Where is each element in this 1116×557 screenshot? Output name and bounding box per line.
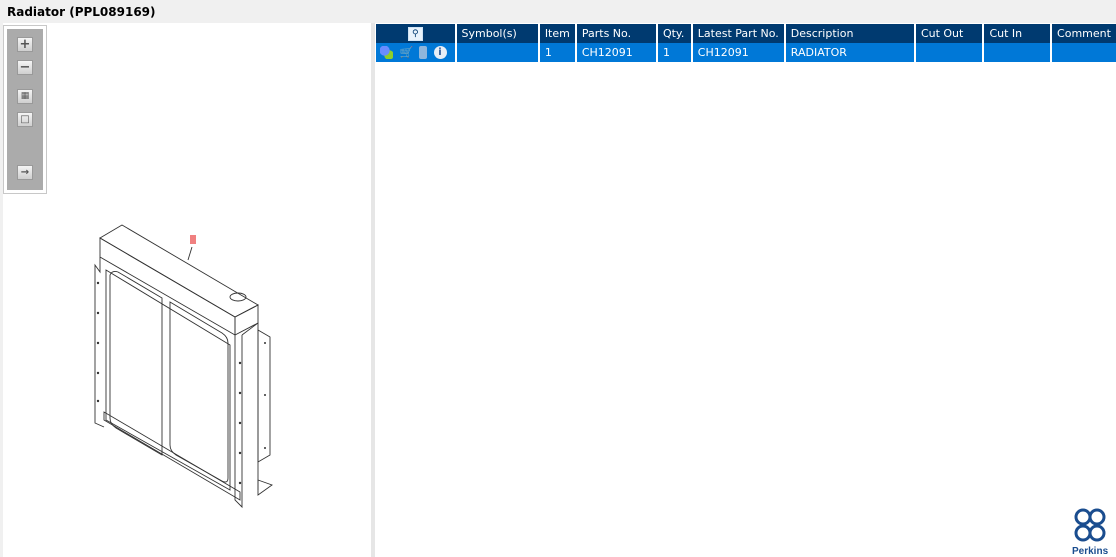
column-header-description[interactable]: Description: [784, 24, 916, 43]
column-header-symbols[interactable]: Symbol(s): [455, 24, 540, 43]
cell-cut-in: [983, 43, 1053, 62]
column-header-qty[interactable]: Qty.: [656, 24, 693, 43]
magnifier-icon[interactable]: ⚲: [407, 27, 423, 41]
parts-list-panel: [375, 23, 1116, 557]
parts-table: ⚲ Symbol(s) Item Parts No. Qty. Latest P…: [376, 24, 1116, 62]
cell-cut-out: [914, 43, 985, 62]
book-icon[interactable]: [419, 46, 427, 60]
column-header-parts-no[interactable]: Parts No.: [575, 24, 658, 43]
brand-name: Perkins: [1072, 546, 1109, 557]
cart-icon[interactable]: 🛒: [400, 46, 414, 59]
row-actions: 🛒 i: [376, 43, 457, 62]
column-header-item[interactable]: Item: [538, 24, 577, 43]
cell-comment: [1051, 43, 1116, 62]
info-icon[interactable]: i: [433, 46, 447, 60]
column-header-cut-out[interactable]: Cut Out: [914, 24, 985, 43]
perkins-emblem-icon: [1074, 508, 1106, 542]
cell-description: RADIATOR: [784, 43, 916, 62]
radiator-diagram: [94, 224, 273, 509]
column-header-comment[interactable]: Comment: [1051, 24, 1116, 43]
column-header-view[interactable]: ⚲: [376, 24, 457, 43]
column-header-cut-in[interactable]: Cut In: [983, 24, 1053, 43]
cell-item: 1: [538, 43, 577, 62]
column-header-latest-part-no[interactable]: Latest Part No.: [691, 24, 786, 43]
cell-parts-no: CH12091: [575, 43, 658, 62]
cell-qty: 1: [656, 43, 693, 62]
cell-symbols: [455, 43, 540, 62]
callout-1[interactable]: 1: [190, 235, 196, 244]
perkins-logo: Perkins: [1072, 508, 1108, 557]
table-row[interactable]: 🛒 i 1 CH12091 1 CH12091 RADIATOR: [376, 43, 1116, 62]
gears-icon[interactable]: [380, 46, 393, 60]
cell-latest-part-no: CH12091: [691, 43, 786, 62]
table-header-row: ⚲ Symbol(s) Item Parts No. Qty. Latest P…: [376, 24, 1116, 43]
